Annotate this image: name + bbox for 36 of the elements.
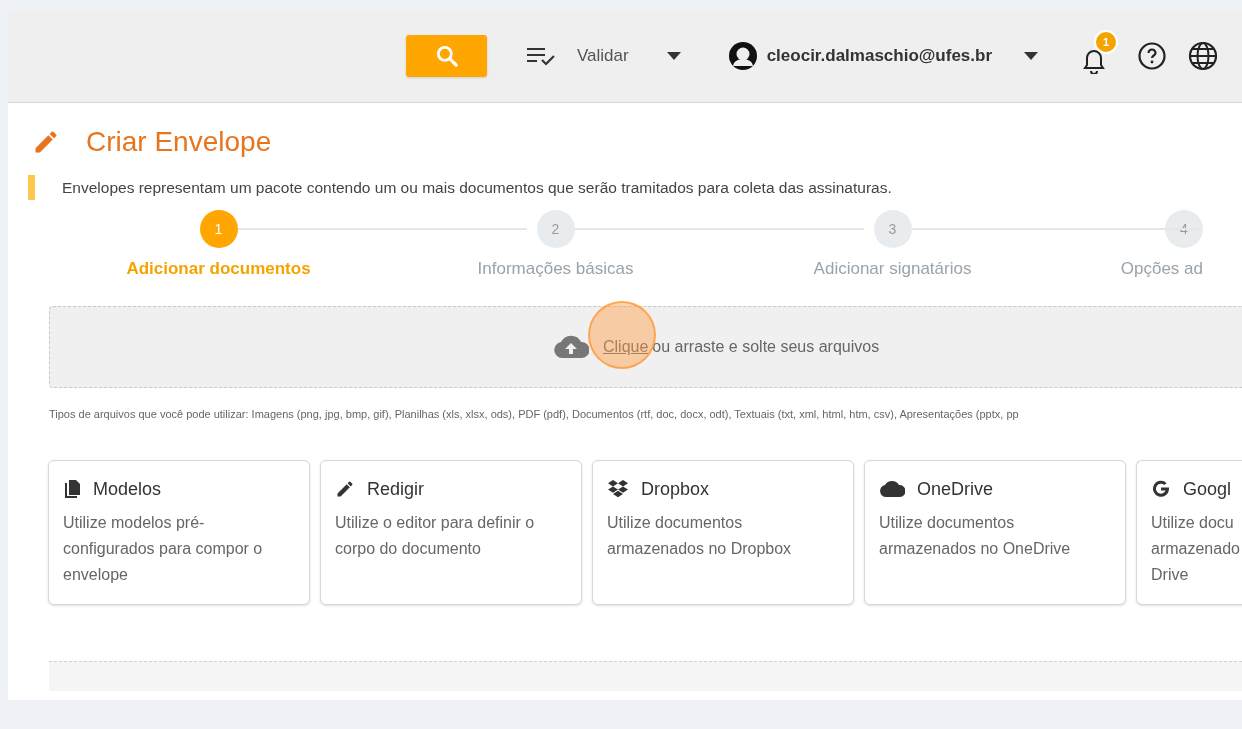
- documents-icon: [63, 479, 81, 499]
- page-description: Envelopes representam um pacote contendo um ou mais documentos que serão tramitados para coleta das assinaturas.: [62, 177, 892, 198]
- card-description: Utilize documentos armazenados no Dropbox: [607, 513, 793, 559]
- dropbox-icon: [607, 480, 629, 498]
- google-icon: [1151, 479, 1171, 499]
- avatar-icon: [728, 42, 757, 70]
- caret-icon: [666, 52, 681, 60]
- source-card[interactable]: Dropbox Utilize documentos armazenados no Dropbox: [592, 460, 854, 605]
- help-icon[interactable]: [1138, 42, 1167, 70]
- card-title: Googl: [1183, 477, 1232, 501]
- card-title: Dropbox: [641, 477, 710, 501]
- pencil-icon: [335, 479, 355, 499]
- validate-menu[interactable]: Validar: [525, 43, 681, 69]
- page-title: Criar Envelope: [86, 125, 272, 159]
- source-card[interactable]: Googl Utilize docu armazenado Drive: [1136, 460, 1242, 605]
- cloud-upload-icon: [553, 334, 589, 359]
- user-menu[interactable]: cleocir.dalmaschio@ufes.br: [728, 42, 1039, 70]
- bell-icon: [1083, 48, 1106, 74]
- source-card[interactable]: Modelos Utilize modelos pré-configurados para compor o envelope: [48, 460, 310, 605]
- card-title: OneDrive: [917, 477, 994, 501]
- cloud-icon: [879, 480, 905, 498]
- card-description: Utilize docu armazenado Drive: [1151, 513, 1241, 585]
- checklist-icon: [525, 45, 557, 67]
- globe-icon[interactable]: [1188, 41, 1219, 71]
- card-description: Utilize documentos armazenados no OneDrive: [879, 513, 1072, 559]
- card-description: Utilize o editor para definir o corpo do documento: [335, 513, 536, 559]
- notification-badge: 1: [1094, 30, 1119, 54]
- file-types-note: Tipos de arquivos que você pode utilizar: Imagens (png, jpg, bmp, gif), Planilhas (xls, xlsx, ods), PDF (pdf), Documentos (rtf, doc, docx, odt), Textuais (txt, xml, html, htm, csv), Apresentações (pptx, pp: [49, 406, 1020, 422]
- upload-instruction: ou arraste e solte seus arquivos: [652, 336, 880, 357]
- accent-bar: [28, 175, 35, 200]
- source-card[interactable]: OneDrive Utilize documentos armazenados no OneDrive: [864, 460, 1126, 605]
- card-title: Modelos: [93, 477, 162, 501]
- caret-icon: [1024, 52, 1039, 60]
- card-title: Redigir: [367, 477, 425, 501]
- card-description: Utilize modelos pré-configurados para compor o envelope: [63, 513, 264, 585]
- source-card[interactable]: Redigir Utilize o editor para definir o corpo do documento: [320, 460, 582, 605]
